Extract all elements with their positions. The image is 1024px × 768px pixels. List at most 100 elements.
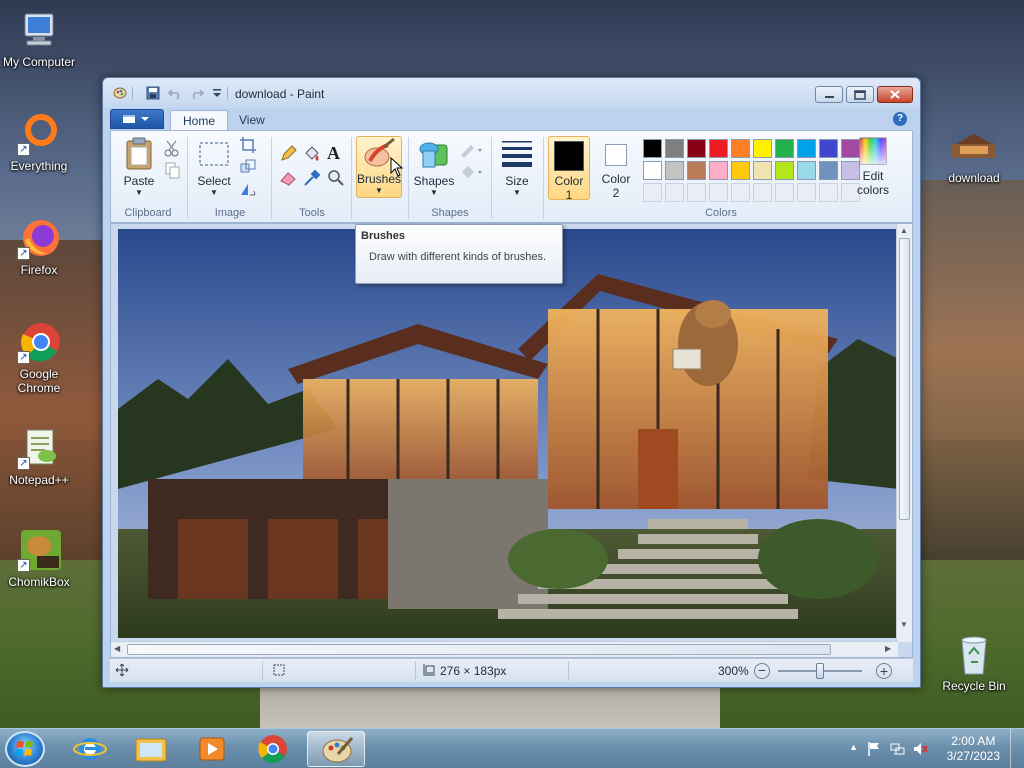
paint-menu-button[interactable] [110, 109, 164, 129]
customize-quick-access-icon[interactable] [210, 86, 224, 100]
palette-color-swatch[interactable] [731, 139, 750, 158]
select-button[interactable]: Select ▼ [193, 137, 235, 197]
horizontal-scrollbar[interactable]: ◀ ▶ [111, 641, 898, 657]
text-tool-icon[interactable]: A [327, 143, 345, 163]
taskbar-google-chrome[interactable] [244, 731, 302, 767]
palette-color-swatch[interactable] [753, 139, 772, 158]
pencil-icon[interactable] [279, 145, 297, 163]
save-icon[interactable] [146, 86, 160, 100]
internet-explorer-icon [73, 738, 107, 760]
chevron-down-icon: ▼ [135, 188, 143, 197]
palette-color-swatch[interactable] [687, 139, 706, 158]
palette-color-swatch[interactable] [753, 161, 772, 180]
clock[interactable]: 2:00 AM 3/27/2023 [947, 734, 1000, 764]
paint-app-icon[interactable] [113, 86, 127, 100]
taskbar-internet-explorer[interactable] [61, 731, 119, 767]
redo-icon[interactable] [190, 86, 205, 100]
scroll-down-icon[interactable]: ▼ [900, 620, 908, 629]
palette-empty-swatch[interactable] [709, 183, 728, 202]
eraser-icon[interactable] [279, 169, 297, 187]
palette-color-swatch[interactable] [665, 161, 684, 180]
desktop-icon-download[interactable]: download [934, 124, 1014, 185]
outline-icon[interactable] [459, 141, 482, 159]
desktop-icon-recycle-bin[interactable]: Recycle Bin [934, 632, 1014, 693]
palette-color-swatch[interactable] [775, 139, 794, 158]
zoom-in-button[interactable]: + [876, 663, 892, 679]
palette-empty-swatch[interactable] [687, 183, 706, 202]
resize-icon[interactable] [239, 158, 257, 176]
show-hidden-icons-icon[interactable]: ▲ [849, 742, 858, 752]
copy-icon[interactable] [163, 161, 181, 179]
palette-empty-swatch[interactable] [819, 183, 838, 202]
desktop-icon-firefox[interactable]: ↗ Firefox [0, 216, 79, 277]
palette-color-swatch[interactable] [731, 161, 750, 180]
palette-empty-swatch[interactable] [731, 183, 750, 202]
desktop-icon-everything[interactable]: ↗ Everything [0, 112, 79, 173]
volume-muted-icon[interactable] [912, 741, 928, 760]
palette-empty-swatch[interactable] [643, 183, 662, 202]
palette-color-swatch[interactable] [819, 161, 838, 180]
help-icon[interactable]: ? [893, 112, 907, 126]
minimize-button[interactable] [815, 86, 843, 103]
action-center-flag-icon[interactable] [866, 741, 882, 760]
palette-color-swatch[interactable] [687, 161, 706, 180]
fill-shape-icon[interactable] [459, 163, 482, 181]
show-desktop-button[interactable] [1010, 729, 1024, 768]
palette-empty-swatch[interactable] [775, 183, 794, 202]
palette-color-swatch[interactable] [709, 139, 728, 158]
undo-icon[interactable] [167, 86, 182, 100]
edit-colors-button[interactable]: Edit colors [853, 136, 893, 197]
scroll-up-icon[interactable]: ▲ [900, 226, 908, 235]
color-picker-icon[interactable] [303, 169, 321, 187]
palette-color-swatch[interactable] [797, 161, 816, 180]
size-label: Size [505, 174, 529, 188]
color-2-button[interactable]: Color 2 [595, 136, 637, 200]
palette-color-swatch[interactable] [643, 161, 662, 180]
size-button[interactable]: Size ▼ [495, 137, 539, 197]
desktop-icon-my-computer[interactable]: My Computer [0, 8, 79, 69]
palette-color-swatch[interactable] [643, 139, 662, 158]
network-icon[interactable] [890, 741, 906, 760]
drawing-canvas[interactable] [118, 229, 899, 638]
palette-color-swatch[interactable] [819, 139, 838, 158]
close-button[interactable] [877, 86, 913, 103]
vertical-scroll-thumb[interactable] [899, 238, 910, 520]
shapes-button[interactable]: Shapes ▼ [411, 137, 457, 197]
rotate-icon[interactable] [239, 180, 257, 198]
palette-color-swatch[interactable] [709, 161, 728, 180]
scroll-left-icon[interactable]: ◀ [114, 644, 120, 653]
zoom-out-button[interactable]: − [754, 663, 770, 679]
start-button[interactable] [5, 731, 45, 767]
tab-home[interactable]: Home [170, 110, 229, 130]
fill-icon[interactable] [303, 145, 321, 163]
taskbar-paint[interactable] [307, 731, 365, 767]
palette-color-swatch[interactable] [797, 139, 816, 158]
zoom-slider-thumb[interactable] [816, 663, 824, 679]
desktop-icon-google-chrome[interactable]: ↗ Google Chrome [0, 320, 79, 395]
desktop-icon-chomikbox[interactable]: ↗ ChomikBox [0, 528, 79, 589]
title-bar[interactable]: download - Paint [103, 78, 920, 108]
magnifier-icon[interactable] [327, 169, 345, 187]
taskbar-file-explorer[interactable] [122, 731, 180, 767]
palette-empty-swatch[interactable] [665, 183, 684, 202]
tooltip-title: Brushes [361, 230, 406, 242]
desktop-icon-notepad-plus-plus[interactable]: ↗ Notepad++ [0, 426, 79, 487]
color-1-button[interactable]: Color 1 [548, 136, 590, 202]
scroll-right-icon[interactable]: ▶ [885, 644, 891, 653]
select-label: Select [197, 174, 231, 188]
palette-empty-swatch[interactable] [797, 183, 816, 202]
cut-icon[interactable] [163, 139, 181, 157]
palette-color-swatch[interactable] [775, 161, 794, 180]
vertical-scrollbar[interactable]: ▲ ▼ [896, 224, 912, 642]
paste-button[interactable]: Paste ▼ [117, 137, 161, 197]
palette-color-swatch[interactable] [665, 139, 684, 158]
restore-button[interactable] [846, 86, 874, 103]
palette-empty-swatch[interactable] [753, 183, 772, 202]
tab-view[interactable]: View [227, 110, 277, 130]
select-icon [199, 142, 229, 166]
image-group-label: Image [214, 207, 246, 219]
horizontal-scroll-thumb[interactable] [127, 644, 831, 655]
title-separator [227, 87, 228, 99]
crop-icon[interactable] [239, 136, 257, 154]
taskbar-media-player[interactable] [183, 731, 241, 767]
